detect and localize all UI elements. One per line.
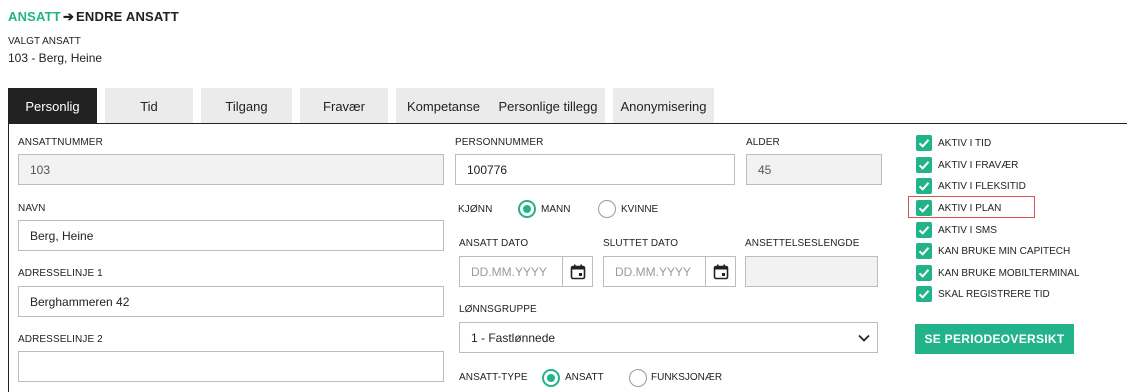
adresselinje1-field[interactable]: Berghammeren 42 [18, 286, 444, 317]
ansettelseslengde-label: ANSETTELSESLENGDE [745, 238, 860, 249]
adresselinje2-field[interactable] [18, 351, 444, 382]
tab-kompetanse[interactable]: Kompetanse [396, 88, 491, 124]
check-icon [918, 226, 930, 235]
ansatt-dato-field[interactable]: DD.MM.YYYY [459, 256, 563, 287]
checkbox-kan-bruke-min-capitech[interactable] [916, 243, 932, 259]
chevron-down-icon [858, 334, 870, 342]
se-periodeoversikt-button[interactable]: SE PERIODEOVERSIKT [915, 324, 1074, 354]
checkbox-label-aktiv-i-sms: AKTIV I SMS [938, 225, 997, 236]
radio-kvinne-label: KVINNE [621, 204, 659, 215]
adresselinje1-label: ADRESSELINJE 1 [18, 268, 103, 279]
kjonn-label: KJØNN [458, 204, 493, 215]
breadcrumb: ANSATT ➔ ENDRE ANSATT [8, 9, 179, 25]
check-icon [918, 161, 930, 170]
breadcrumb-current: ENDRE ANSATT [76, 9, 179, 24]
checkbox-label-skal-registrere-tid: SKAL REGISTRERE TID [938, 289, 1050, 300]
check-icon [918, 247, 930, 256]
radio-ansatt[interactable] [542, 369, 560, 387]
selected-employee-value: 103 - Berg, Heine [8, 51, 103, 65]
checkbox-aktiv-i-fleksitid[interactable] [916, 178, 932, 194]
personnummer-field[interactable]: 100776 [455, 154, 735, 185]
tab-fravaer[interactable]: Fravær [300, 88, 388, 124]
radio-mann[interactable] [518, 200, 536, 218]
adresselinje2-label: ADRESSELINJE 2 [18, 334, 103, 345]
radio-funksjonaer-label: FUNKSJONÆR [651, 372, 723, 383]
tab-tilgang[interactable]: Tilgang [201, 88, 292, 124]
ansattnummer-field[interactable]: 103 [18, 154, 444, 185]
checkbox-label-kan-bruke-mobilterminal: KAN BRUKE MOBILTERMINAL [938, 268, 1080, 279]
radio-kvinne[interactable] [598, 200, 616, 218]
alder-field[interactable]: 45 [746, 154, 882, 185]
ansatt-type-label: ANSATT-TYPE [459, 372, 528, 383]
lonnsgruppe-value: 1 - Fastlønnede [471, 330, 556, 345]
navn-label: NAVN [18, 203, 46, 214]
ansatt-dato-label: ANSATT DATO [459, 238, 529, 249]
radio-funksjonaer[interactable] [629, 369, 647, 387]
checkbox-aktiv-i-fravaer[interactable] [916, 157, 932, 173]
tab-personlige-tillegg[interactable]: Personlige tillegg [491, 88, 605, 124]
lonnsgruppe-label: LØNNSGRUPPE [459, 304, 537, 315]
selected-employee-label: VALGT ANSATT [8, 36, 81, 47]
navn-field[interactable]: Berg, Heine [18, 220, 444, 251]
breadcrumb-arrow-icon: ➔ [62, 9, 75, 24]
tab-tid[interactable]: Tid [105, 88, 193, 124]
ansatt-dato-calendar-icon[interactable] [562, 256, 593, 287]
check-icon [918, 269, 930, 278]
check-icon [918, 139, 930, 148]
ansettelseslengde-field[interactable] [745, 256, 878, 287]
check-icon [918, 204, 930, 213]
radio-ansatt-label: ANSATT [565, 372, 604, 383]
checkbox-label-aktiv-i-tid: AKTIV I TID [938, 138, 992, 149]
check-icon [918, 182, 930, 191]
radio-mann-label: MANN [541, 204, 571, 215]
sluttet-dato-field[interactable]: DD.MM.YYYY [603, 256, 707, 287]
checkbox-aktiv-i-tid[interactable] [916, 135, 932, 151]
personnummer-label: PERSONNUMMER [455, 137, 544, 148]
checkbox-aktiv-i-plan[interactable] [916, 200, 932, 216]
alder-label: ALDER [746, 137, 780, 148]
ansattnummer-label: ANSATTNUMMER [18, 137, 103, 148]
sluttet-dato-label: SLUTTET DATO [603, 238, 679, 249]
checkbox-label-kan-bruke-min-capitech: KAN BRUKE MIN CAPITECH [938, 246, 1071, 257]
breadcrumb-link-ansatt[interactable]: ANSATT [8, 9, 61, 24]
tab-anonymisering[interactable]: Anonymisering [613, 88, 714, 124]
sluttet-dato-calendar-icon[interactable] [705, 256, 736, 287]
tab-personlig[interactable]: Personlig [8, 88, 97, 124]
check-icon [918, 290, 930, 299]
checkbox-label-aktiv-i-plan: AKTIV I PLAN [938, 203, 1002, 214]
checkbox-kan-bruke-mobilterminal[interactable] [916, 265, 932, 281]
checkbox-label-aktiv-i-fravaer: AKTIV I FRAVÆR [938, 160, 1019, 171]
checkbox-aktiv-i-sms[interactable] [916, 222, 932, 238]
checkbox-skal-registrere-tid[interactable] [916, 286, 932, 302]
lonnsgruppe-select[interactable]: 1 - Fastlønnede [459, 322, 878, 353]
checkbox-label-aktiv-i-fleksitid: AKTIV I FLEKSITID [938, 181, 1026, 192]
